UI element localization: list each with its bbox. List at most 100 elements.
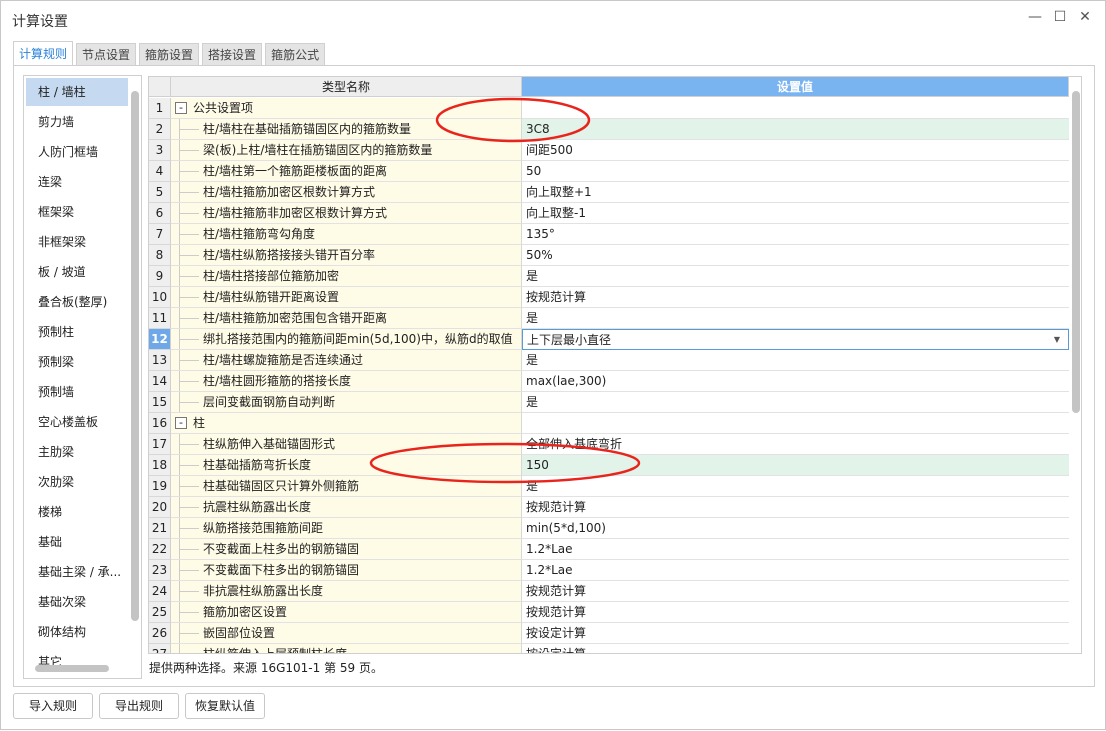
value-cell[interactable]: 向上取整+1 [522,182,1069,203]
list-item[interactable]: 基础主梁 / 承... [26,558,128,586]
value-column-header[interactable]: 设置值 [522,77,1069,97]
value-cell[interactable]: 按规范计算 [522,287,1069,308]
value-cell[interactable]: 按规范计算 [522,581,1069,602]
list-item[interactable]: 柱 / 墙柱 [26,78,128,106]
table-row[interactable]: 26 嵌固部位设置 按设定计算 [149,623,1069,644]
list-item[interactable]: 预制墙 [26,378,128,406]
list-item[interactable]: 主肋梁 [26,438,128,466]
list-item[interactable]: 剪力墙 [26,108,128,136]
value-cell[interactable]: 间距500 [522,140,1069,161]
settings-window: 计算设置 — ☐ ✕ 计算规则 节点设置 箍筋设置 搭接设置 箍筋公式 柱 / … [0,0,1106,730]
value-cell[interactable]: 50 [522,161,1069,182]
value-cell[interactable]: 135° [522,224,1069,245]
list-item[interactable]: 空心楼盖板 [26,408,128,436]
value-cell[interactable] [522,98,1069,119]
value-cell[interactable]: 是 [522,266,1069,287]
row-number: 11 [149,308,171,329]
import-rules-button[interactable]: 导入规则 [13,693,93,719]
close-button[interactable]: ✕ [1075,9,1095,25]
list-vertical-scrollbar[interactable] [131,91,139,621]
table-row[interactable]: 3 梁(板)上柱/墙柱在插筋锚固区内的箍筋数量 间距500 [149,140,1069,161]
grid-vertical-scrollbar[interactable] [1072,91,1080,413]
table-row[interactable]: 7 柱/墙柱箍筋弯勾角度 135° [149,224,1069,245]
collapse-icon[interactable]: - [175,417,187,429]
table-row[interactable]: 21 纵筋搭接范围箍筋间距 min(5*d,100) [149,518,1069,539]
list-item[interactable]: 次肋梁 [26,468,128,496]
export-rules-button[interactable]: 导出规则 [99,693,179,719]
value-cell[interactable]: 50% [522,245,1069,266]
table-row[interactable]: 16- 柱 [149,413,1069,434]
table-row[interactable]: 13 柱/墙柱螺旋箍筋是否连续通过是 [149,350,1069,371]
table-row[interactable]: 8 柱/墙柱纵筋搭接接头错开百分率 50% [149,245,1069,266]
value-cell[interactable]: min(5*d,100) [522,518,1069,539]
tab-calc-rules[interactable]: 计算规则 [13,41,74,65]
value-cell[interactable]: 3C8 [522,119,1069,140]
tab-stirrup-formula[interactable]: 箍筋公式 [265,43,326,65]
value-cell[interactable]: 是 [522,476,1069,497]
name-cell: 绑扎搭接范围内的箍筋间距min(5d,100)中，纵筋d的取值 [171,329,522,350]
list-item[interactable]: 非框架梁 [26,228,128,256]
table-row[interactable]: 4 柱/墙柱第一个箍筋距楼板面的距离 50 [149,161,1069,182]
maximize-button[interactable]: ☐ [1050,9,1070,25]
value-cell[interactable]: 上下层最小直径 ▼ [522,329,1069,350]
value-cell[interactable]: 是 [522,308,1069,329]
value-cell[interactable]: 按设定计算 [522,644,1069,653]
list-item[interactable]: 基础 [26,528,128,556]
table-row[interactable]: 23 不变截面下柱多出的钢筋锚固 1.2*Lae [149,560,1069,581]
restore-defaults-button[interactable]: 恢复默认值 [185,693,265,719]
table-row[interactable]: 15 层间变截面钢筋自动判断是 [149,392,1069,413]
table-row[interactable]: 12 绑扎搭接范围内的箍筋间距min(5d,100)中，纵筋d的取值 上下层最小直径… [149,329,1069,350]
value-cell[interactable]: 150 [522,455,1069,476]
list-item[interactable]: 叠合板(整厚) [26,288,128,316]
table-row[interactable]: 20 抗震柱纵筋露出长度 按规范计算 [149,497,1069,518]
table-row[interactable]: 17 柱纵筋伸入基础锚固形式 全部伸入基底弯折 [149,434,1069,455]
table-row[interactable]: 27 柱纵筋伸入上层预制柱长度 按设定计算 [149,644,1069,653]
value-cell[interactable]: 是 [522,392,1069,413]
table-row[interactable]: 14 柱/墙柱圆形箍筋的搭接长度 max(lae,300) [149,371,1069,392]
dropdown-arrow-icon[interactable]: ▼ [1054,330,1060,349]
name-cell: 嵌固部位设置 [171,623,522,644]
tab-node-settings[interactable]: 节点设置 [76,43,137,65]
value-cell[interactable]: 按规范计算 [522,497,1069,518]
list-item[interactable]: 连梁 [26,168,128,196]
list-item[interactable]: 预制柱 [26,318,128,346]
table-row[interactable]: 10 柱/墙柱纵筋错开距离设置 按规范计算 [149,287,1069,308]
row-number: 16 [149,413,171,434]
table-row[interactable]: 18 柱基础插筋弯折长度 150 [149,455,1069,476]
list-item[interactable]: 楼梯 [26,498,128,526]
tab-stirrup-settings[interactable]: 箍筋设置 [139,43,200,65]
table-row[interactable]: 22 不变截面上柱多出的钢筋锚固 1.2*Lae [149,539,1069,560]
value-cell[interactable]: 按规范计算 [522,602,1069,623]
table-row[interactable]: 1- 公共设置项 [149,98,1069,119]
name-column-header[interactable]: 类型名称 [171,77,522,97]
list-item[interactable]: 预制梁 [26,348,128,376]
row-number: 15 [149,392,171,413]
table-row[interactable]: 11 柱/墙柱箍筋加密范围包含错开距离是 [149,308,1069,329]
minimize-button[interactable]: — [1025,9,1045,25]
list-item[interactable]: 基础次梁 [26,588,128,616]
value-cell[interactable]: 向上取整-1 [522,203,1069,224]
list-item[interactable]: 砌体结构 [26,618,128,646]
table-row[interactable]: 19 柱基础锚固区只计算外侧箍筋是 [149,476,1069,497]
collapse-icon[interactable]: - [175,102,187,114]
tab-lap-settings[interactable]: 搭接设置 [202,43,263,65]
value-cell[interactable]: 是 [522,350,1069,371]
table-row[interactable]: 6 柱/墙柱箍筋非加密区根数计算方式 向上取整-1 [149,203,1069,224]
table-row[interactable]: 25 箍筋加密区设置 按规范计算 [149,602,1069,623]
table-row[interactable]: 2 柱/墙柱在基础插筋锚固区内的箍筋数量 3C8 [149,119,1069,140]
list-item[interactable]: 框架梁 [26,198,128,226]
value-cell[interactable]: 1.2*Lae [522,560,1069,581]
value-cell[interactable] [522,413,1069,434]
table-row[interactable]: 9 柱/墙柱搭接部位箍筋加密是 [149,266,1069,287]
list-item[interactable]: 板 / 坡道 [26,258,128,286]
value-cell[interactable]: max(lae,300) [522,371,1069,392]
table-row[interactable]: 24 非抗震柱纵筋露出长度 按规范计算 [149,581,1069,602]
value-cell[interactable]: 按设定计算 [522,623,1069,644]
row-number: 3 [149,140,171,161]
value-cell[interactable]: 1.2*Lae [522,539,1069,560]
value-cell[interactable]: 全部伸入基底弯折 [522,434,1069,455]
tree-line [179,591,199,592]
list-horizontal-scrollbar[interactable] [35,665,109,672]
list-item[interactable]: 人防门框墙 [26,138,128,166]
table-row[interactable]: 5 柱/墙柱箍筋加密区根数计算方式 向上取整+1 [149,182,1069,203]
